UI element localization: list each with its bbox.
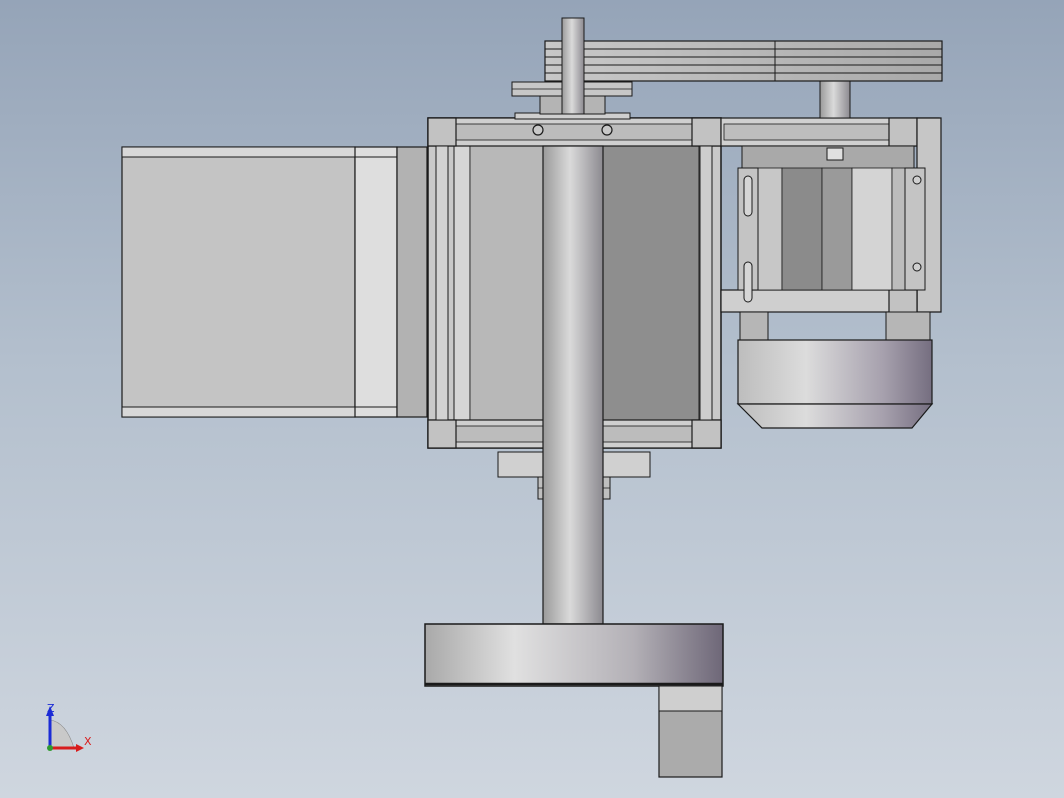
main-shaft: [542, 145, 604, 625]
motor-shaft: [819, 79, 851, 119]
y-axis-dot: [47, 745, 53, 751]
triad-plane: [49, 719, 75, 749]
z-axis-label: Z: [47, 702, 55, 715]
cad-viewport[interactable]: Z X: [0, 0, 1064, 798]
x-axis-label: X: [84, 735, 92, 748]
bottom-disc: [424, 623, 724, 687]
top-shaft: [561, 17, 585, 115]
axis-triad: Z X: [46, 702, 92, 752]
x-axis-head: [76, 744, 84, 752]
motor-frame: [720, 117, 942, 341]
outlet-chute: [658, 685, 723, 778]
motor-housing: [736, 339, 934, 429]
left-housing: [121, 146, 442, 418]
